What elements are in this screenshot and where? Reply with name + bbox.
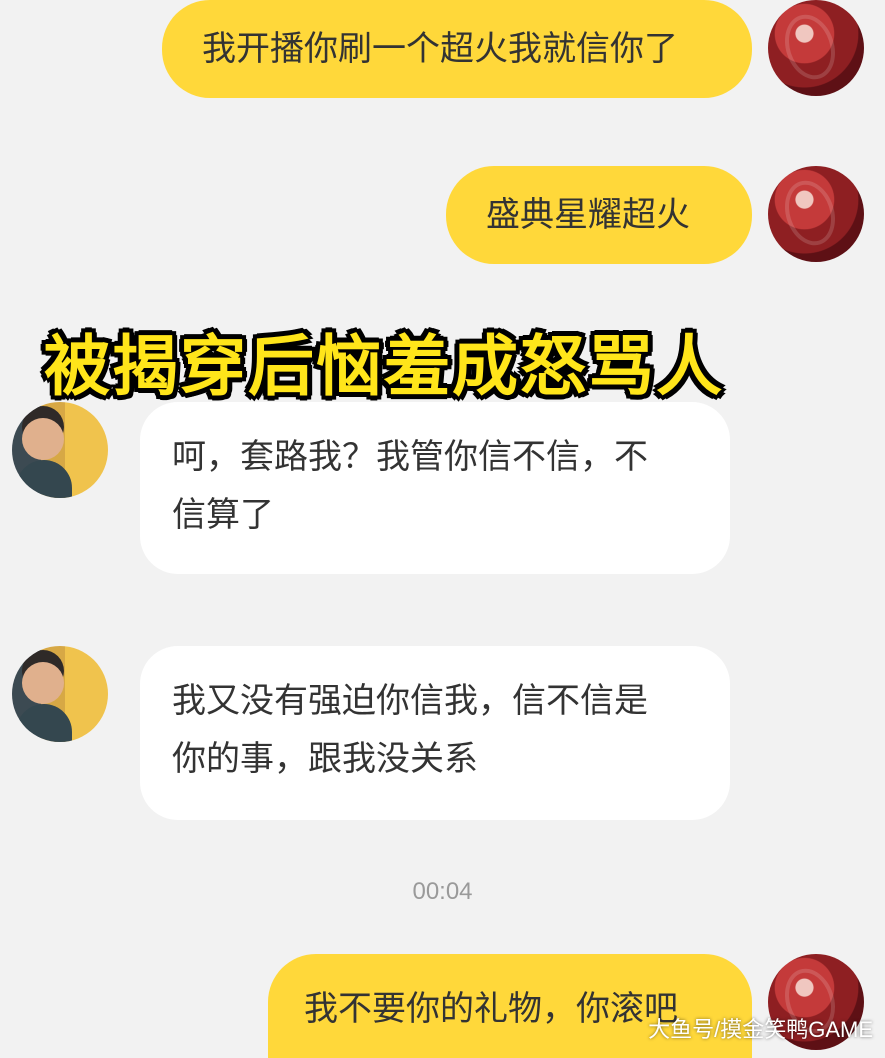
message-bubble-outgoing[interactable]: 盛典星耀超火 bbox=[446, 166, 752, 264]
watermark: 大鱼号/摸金笑鸭GAME bbox=[648, 1017, 873, 1042]
contact-avatar-icon[interactable] bbox=[12, 646, 108, 742]
contact-avatar-icon[interactable] bbox=[12, 402, 108, 498]
message-bubble-incoming[interactable]: 我又没有强迫你信我，信不信是 你的事，跟我没关系 bbox=[140, 646, 730, 820]
chat-conversation: 我开播你刷一个超火我就信你了 盛典星耀超火 呵，套路我？我管你信不信，不 信算了… bbox=[0, 0, 885, 1058]
message-bubble-incoming[interactable]: 呵，套路我？我管你信不信，不 信算了 bbox=[140, 402, 730, 574]
user-avatar-icon[interactable] bbox=[768, 166, 864, 262]
user-avatar-icon[interactable] bbox=[768, 0, 864, 96]
message-bubble-outgoing[interactable]: 我开播你刷一个超火我就信你了 bbox=[162, 0, 752, 98]
overlay-caption: 被揭穿后恼羞成怒骂人 bbox=[44, 328, 724, 405]
message-timestamp: 00:04 bbox=[412, 878, 473, 905]
